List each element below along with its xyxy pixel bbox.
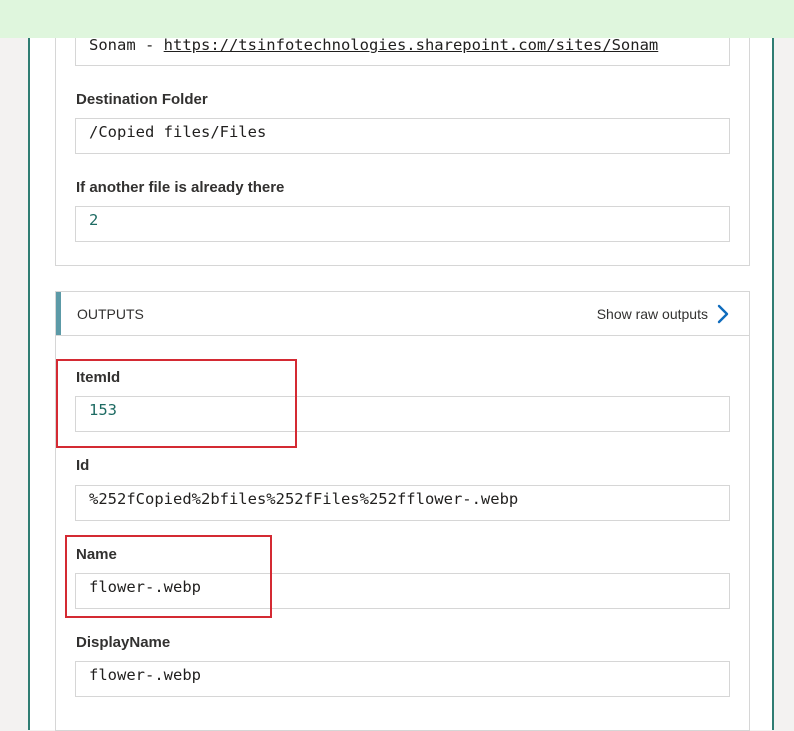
site-address-prefix: Sonam -	[89, 36, 164, 54]
itemid-label: ItemId	[76, 369, 121, 386]
displayname-field: flower-.webp	[75, 661, 730, 697]
name-field: flower-.webp	[75, 573, 730, 609]
destination-folder-field: /Copied files/Files	[75, 118, 730, 154]
name-label: Name	[76, 546, 117, 563]
id-field: %252fCopied%2bfiles%252fFiles%252fflower…	[75, 485, 730, 521]
show-raw-outputs-label: Show raw outputs	[596, 306, 708, 322]
conflict-behavior-field: 2	[75, 206, 730, 242]
notification-banner	[0, 0, 794, 38]
displayname-label: DisplayName	[76, 634, 171, 651]
destination-folder-label: Destination Folder	[76, 91, 208, 108]
site-address-url[interactable]: https://tsinfotechnologies.sharepoint.co…	[164, 36, 659, 54]
itemid-field: 153	[75, 396, 730, 432]
show-raw-outputs-link[interactable]: Show raw outputs	[597, 303, 729, 325]
conflict-behavior-label: If another file is already there	[76, 179, 285, 196]
outputs-header: OUTPUTS Show raw outputs	[56, 292, 749, 336]
header-accent-bar	[56, 292, 61, 335]
id-label: Id	[76, 457, 90, 474]
chevron-right-icon	[717, 304, 729, 324]
outputs-title: OUTPUTS	[77, 306, 144, 322]
